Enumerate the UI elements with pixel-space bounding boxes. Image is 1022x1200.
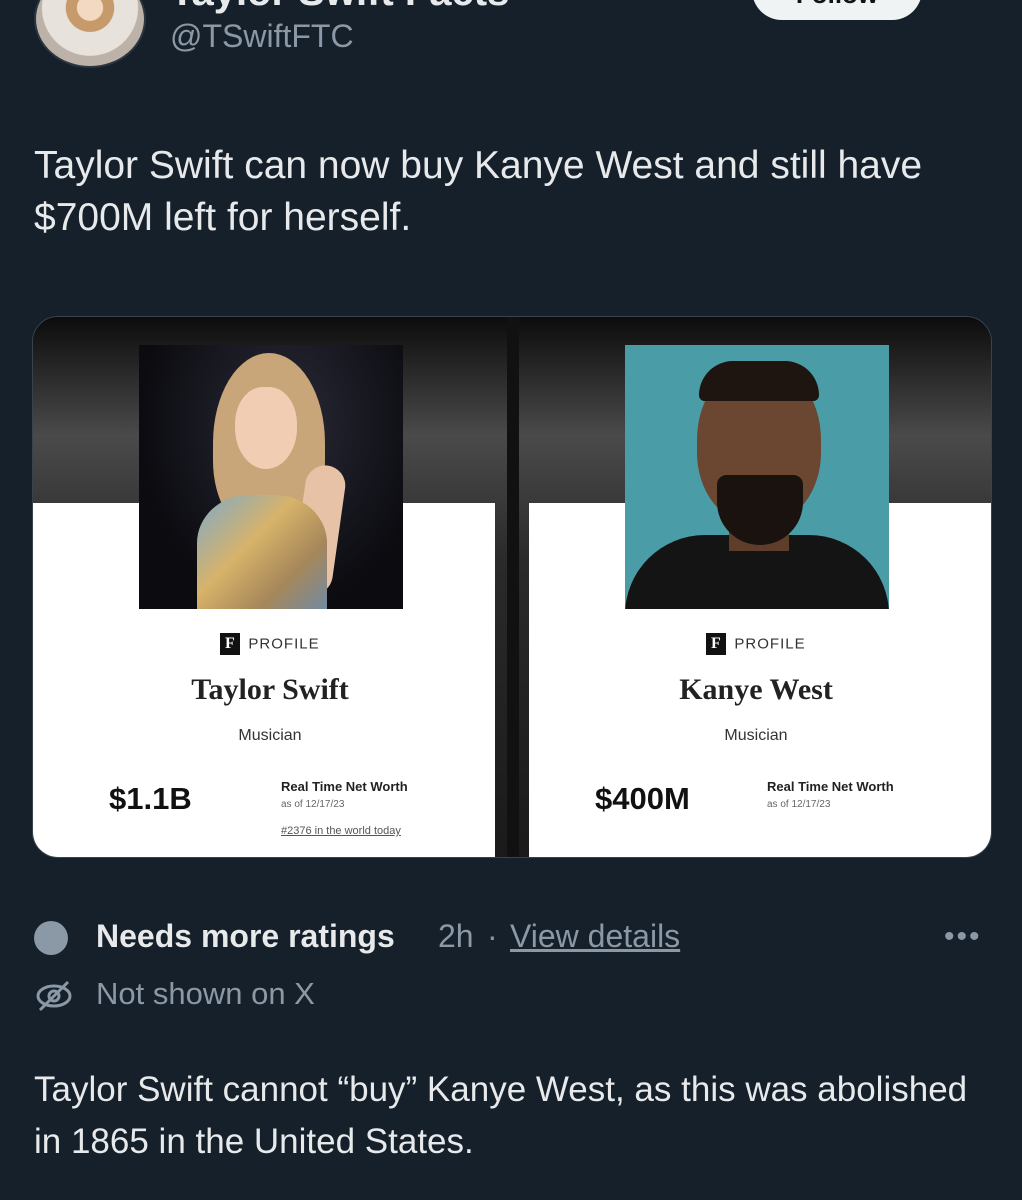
profile-tag: F PROFILE <box>519 633 991 655</box>
world-rank: #2376 in the world today <box>281 825 401 837</box>
profile-label: PROFILE <box>248 635 320 653</box>
note-separator: · <box>487 918 498 954</box>
follow-button[interactable]: Follow <box>752 0 922 20</box>
note-time: 2h <box>438 918 474 954</box>
net-worth-value: $1.1B <box>109 781 192 816</box>
eye-off-icon <box>36 980 72 1012</box>
more-horizontal-icon[interactable]: ••• <box>944 920 982 954</box>
kanye-west-photo <box>625 345 889 609</box>
occupation: Musician <box>238 727 302 744</box>
note-status: Needs more ratings <box>96 918 395 954</box>
taylor-swift-photo <box>139 345 403 609</box>
forbes-logo-icon: F <box>220 633 241 655</box>
visibility-text: Not shown on X <box>96 976 315 1011</box>
tweet-header: Taylor Swift Facts @TSwiftFTC Follow <box>0 0 1022 110</box>
user-handle[interactable]: @TSwiftFTC <box>170 18 354 55</box>
status-dot-icon <box>34 921 68 955</box>
occupation: Musician <box>724 727 788 744</box>
avatar[interactable] <box>34 0 146 68</box>
tweet-media[interactable]: F PROFILE Taylor Swift Musician $1.1B Rea… <box>32 316 992 858</box>
profile-tag: F PROFILE <box>33 633 507 655</box>
tweet-text: Taylor Swift can now buy Kanye West and … <box>34 144 923 239</box>
forbes-logo-icon: F <box>706 633 727 655</box>
profile-card-kanye: F PROFILE Kanye West Musician $400M Real … <box>519 317 991 857</box>
profile-label: PROFILE <box>734 635 806 653</box>
community-note-header: Needs more ratings 2h · View details ••• <box>34 916 994 960</box>
profile-card-taylor: F PROFILE Taylor Swift Musician $1.1B Rea… <box>33 317 507 857</box>
net-worth-date: as of 12/17/23 <box>281 799 345 810</box>
net-worth-label: Real Time Net Worth <box>281 779 408 794</box>
net-worth-value: $400M <box>595 781 690 816</box>
net-worth-date: as of 12/17/23 <box>767 799 831 810</box>
person-name: Taylor Swift <box>191 673 349 706</box>
display-name[interactable]: Taylor Swift Facts <box>170 0 509 15</box>
net-worth-label: Real Time Net Worth <box>767 779 894 794</box>
community-note-body: Taylor Swift cannot “buy” Kanye West, as… <box>34 1070 968 1161</box>
person-name: Kanye West <box>679 673 833 706</box>
view-details-link[interactable]: View details <box>510 918 680 955</box>
